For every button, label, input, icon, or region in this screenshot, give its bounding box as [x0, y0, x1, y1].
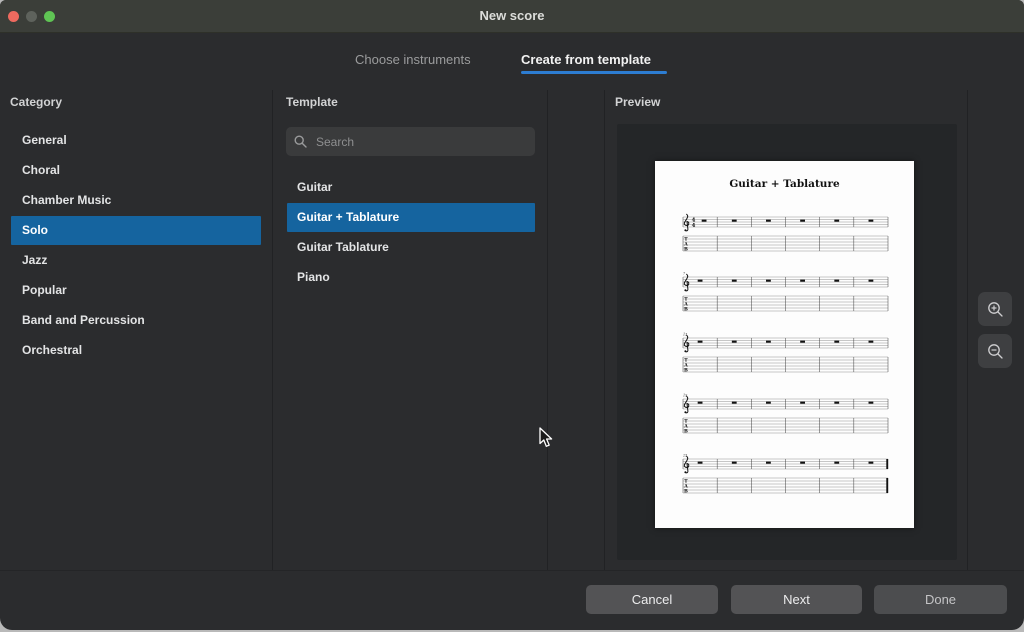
template-item-guitar-plus-tablature[interactable]: Guitar + Tablature — [287, 203, 535, 232]
divider — [604, 90, 605, 570]
divider — [0, 570, 1024, 571]
template-item-guitar-tablature[interactable]: Guitar Tablature — [287, 233, 535, 262]
category-item-chamber-music[interactable]: Chamber Music — [11, 186, 261, 215]
svg-text:B: B — [684, 306, 688, 312]
title-bar: New score — [0, 0, 1024, 33]
cancel-button[interactable]: Cancel — [586, 585, 718, 614]
category-item-jazz[interactable]: Jazz — [11, 246, 261, 275]
svg-text:B: B — [684, 488, 688, 494]
category-item-choral[interactable]: Choral — [11, 156, 261, 185]
active-tab-underline — [521, 71, 667, 74]
divider — [547, 90, 548, 570]
tab-choose-instruments[interactable]: Choose instruments — [355, 50, 471, 70]
zoom-out-button[interactable] — [978, 334, 1012, 368]
done-button[interactable]: Done — [874, 585, 1007, 614]
zoom-out-icon — [987, 343, 1003, 359]
category-item-general[interactable]: General — [11, 126, 261, 155]
preview-area: Guitar + Tablature 4 4 T A B 7 T A B 13 T A B 19 T A B 25 T… — [617, 124, 957, 560]
zoom-in-button[interactable] — [978, 292, 1012, 326]
mouse-cursor — [539, 427, 553, 447]
window-title: New score — [479, 8, 545, 23]
template-item-piano[interactable]: Piano — [287, 263, 535, 292]
svg-text:B: B — [684, 367, 688, 373]
template-item-guitar[interactable]: Guitar — [287, 173, 535, 202]
search-icon — [294, 135, 307, 148]
divider — [967, 90, 968, 570]
score-page-svg: Guitar + Tablature44TAB7TAB13TAB19TAB25T… — [682, 178, 889, 494]
category-item-solo[interactable]: Solo — [11, 216, 261, 245]
category-item-orchestral[interactable]: Orchestral — [11, 336, 261, 365]
svg-text:B: B — [684, 428, 688, 434]
category-item-band-and-percussion[interactable]: Band and Percussion — [11, 306, 261, 335]
svg-text:7: 7 — [683, 272, 686, 276]
zoom-in-icon — [987, 301, 1003, 317]
svg-text:B: B — [684, 246, 688, 252]
svg-text:13: 13 — [683, 333, 687, 337]
template-header: Template — [286, 95, 338, 109]
search-input[interactable] — [314, 133, 527, 150]
svg-text:25: 25 — [682, 454, 687, 458]
new-score-dialog: New score Choose instruments Create from… — [0, 0, 1024, 630]
preview-header: Preview — [615, 95, 661, 109]
tab-create-from-template[interactable]: Create from template — [521, 50, 651, 70]
svg-text:4: 4 — [692, 223, 696, 229]
next-button[interactable]: Next — [731, 585, 862, 614]
divider — [272, 90, 273, 570]
score-page-preview: Guitar + Tablature 4 4 T A B 7 T A B 13 T A B 19 T A B 25 T… — [655, 161, 914, 528]
svg-text:Guitar + Tablature: Guitar + Tablature — [729, 178, 840, 190]
category-header: Category — [10, 95, 63, 109]
category-item-popular[interactable]: Popular — [11, 276, 261, 305]
search-box[interactable] — [286, 127, 535, 156]
